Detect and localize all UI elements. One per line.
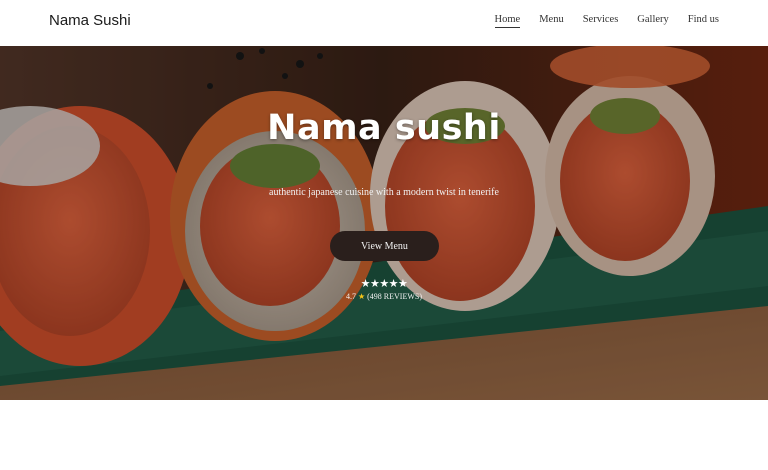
star-icon: ★ xyxy=(357,292,366,301)
brand-logo[interactable]: Nama Sushi xyxy=(49,12,131,29)
hero-subtitle: authentic japanese cuisine with a modern… xyxy=(269,187,499,198)
reviews-count: (498 REVIEWS) xyxy=(367,292,423,301)
nav-menu[interactable]: Menu xyxy=(539,14,564,28)
nav-services[interactable]: Services xyxy=(583,14,619,28)
view-menu-button[interactable]: View Menu xyxy=(330,231,439,261)
nav-home[interactable]: Home xyxy=(494,14,521,28)
main-nav: Home Menu Services Gallery Find us xyxy=(494,14,719,28)
hero-section: Nama sushi authentic japanese cuisine wi… xyxy=(0,46,768,400)
site-header: Nama Sushi Home Menu Services Gallery Fi… xyxy=(0,0,768,46)
hero-title: Nama sushi xyxy=(267,108,501,148)
rating-value: 4.7 xyxy=(345,292,356,301)
nav-gallery[interactable]: Gallery xyxy=(637,14,669,28)
rating-stars: ★★★★★ xyxy=(360,277,408,290)
rating-summary[interactable]: 4.7 ★ (498 REVIEWS) xyxy=(0,292,768,301)
nav-find-us[interactable]: Find us xyxy=(688,14,719,28)
hero-overlay xyxy=(0,46,768,400)
